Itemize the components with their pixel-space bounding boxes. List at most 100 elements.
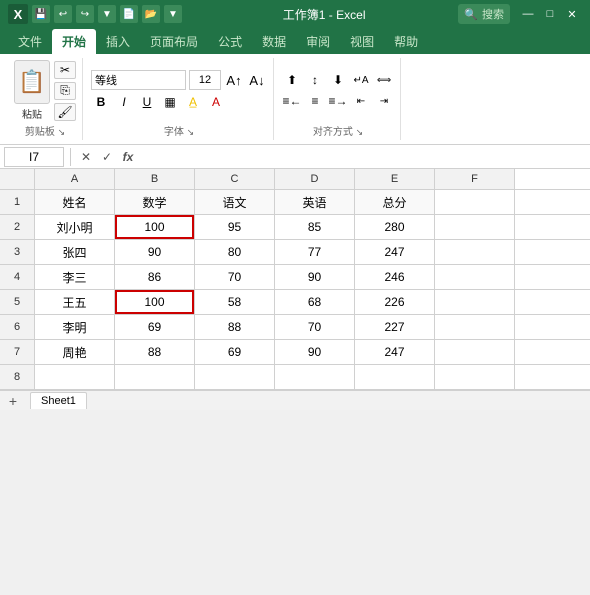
tab-home[interactable]: 开始 [52, 29, 96, 54]
confirm-formula-button[interactable]: ✓ [98, 148, 116, 166]
decrease-indent-button[interactable]: ⇤ [351, 92, 371, 110]
cell-8-C[interactable] [195, 365, 275, 389]
font-color-button[interactable]: A [206, 93, 226, 111]
align-left-button[interactable]: ≡← [282, 92, 302, 110]
merge-center-button[interactable]: ⟺ [374, 71, 394, 89]
name-box[interactable] [4, 147, 64, 167]
tab-view[interactable]: 视图 [340, 29, 384, 54]
cell-2-F[interactable] [435, 215, 515, 239]
cell-6-F[interactable] [435, 315, 515, 339]
cell-4-F[interactable] [435, 265, 515, 289]
increase-indent-button[interactable]: ⇥ [374, 92, 394, 110]
cell-3-D[interactable]: 77 [275, 240, 355, 264]
cancel-formula-button[interactable]: ✕ [77, 148, 95, 166]
cell-6-A[interactable]: 李明 [35, 315, 115, 339]
cell-1-E[interactable]: 总分 [355, 190, 435, 214]
cell-7-B[interactable]: 88 [115, 340, 195, 364]
tab-file[interactable]: 文件 [8, 29, 52, 54]
format-painter-button[interactable]: 🖌 [54, 103, 76, 121]
cell-3-B[interactable]: 90 [115, 240, 195, 264]
paste-button[interactable]: 📋 [14, 60, 50, 104]
cell-6-B[interactable]: 69 [115, 315, 195, 339]
underline-button[interactable]: U [137, 93, 157, 111]
quick-access-more[interactable]: ▼ [98, 5, 116, 23]
tab-insert[interactable]: 插入 [96, 29, 140, 54]
cell-2-E[interactable]: 280 [355, 215, 435, 239]
formula-input[interactable] [141, 147, 586, 167]
cell-6-E[interactable]: 227 [355, 315, 435, 339]
font-name-input[interactable] [91, 70, 186, 90]
col-header-e[interactable]: E [355, 169, 435, 189]
cell-5-D[interactable]: 68 [275, 290, 355, 314]
cell-8-E[interactable] [355, 365, 435, 389]
cell-5-E[interactable]: 226 [355, 290, 435, 314]
col-header-c[interactable]: C [195, 169, 275, 189]
align-right-button[interactable]: ≡→ [328, 92, 348, 110]
cell-4-C[interactable]: 70 [195, 265, 275, 289]
cell-2-D[interactable]: 85 [275, 215, 355, 239]
align-top-button[interactable]: ⬆ [282, 71, 302, 89]
search-box[interactable]: 🔍 搜索 [458, 4, 510, 24]
tab-formulas[interactable]: 公式 [208, 29, 252, 54]
cell-4-B[interactable]: 86 [115, 265, 195, 289]
cell-1-C[interactable]: 语文 [195, 190, 275, 214]
cell-4-D[interactable]: 90 [275, 265, 355, 289]
cell-5-F[interactable] [435, 290, 515, 314]
folder-icon[interactable]: 📂 [142, 5, 160, 23]
cell-8-A[interactable] [35, 365, 115, 389]
col-header-a[interactable]: A [35, 169, 115, 189]
col-header-d[interactable]: D [275, 169, 355, 189]
tab-data[interactable]: 数据 [252, 29, 296, 54]
cell-5-C[interactable]: 58 [195, 290, 275, 314]
border-button[interactable]: ▦ [160, 93, 180, 111]
cell-8-D[interactable] [275, 365, 355, 389]
maximize-button[interactable]: □ [540, 5, 560, 23]
decrease-font-button[interactable]: A↓ [247, 71, 267, 89]
cell-8-B[interactable] [115, 365, 195, 389]
cell-7-F[interactable] [435, 340, 515, 364]
cell-5-A[interactable]: 王五 [35, 290, 115, 314]
align-bottom-button[interactable]: ⬇ [328, 71, 348, 89]
minimize-button[interactable]: — [518, 5, 538, 23]
col-header-f[interactable]: F [435, 169, 515, 189]
cell-2-C[interactable]: 95 [195, 215, 275, 239]
file-icon[interactable]: 📄 [120, 5, 138, 23]
sheet-tab-1[interactable]: Sheet1 [30, 392, 87, 409]
cell-3-A[interactable]: 张四 [35, 240, 115, 264]
cell-3-C[interactable]: 80 [195, 240, 275, 264]
redo-button[interactable]: ↪ [76, 5, 94, 23]
cell-8-F[interactable] [435, 365, 515, 389]
tab-page-layout[interactable]: 页面布局 [140, 29, 208, 54]
more-title-btn[interactable]: ▼ [164, 5, 182, 23]
cell-6-C[interactable]: 88 [195, 315, 275, 339]
cell-2-A[interactable]: 刘小明 [35, 215, 115, 239]
cut-button[interactable]: ✂ [54, 61, 76, 79]
cell-1-F[interactable] [435, 190, 515, 214]
cell-7-D[interactable]: 90 [275, 340, 355, 364]
align-middle-button[interactable]: ↕ [305, 71, 325, 89]
cell-3-E[interactable]: 247 [355, 240, 435, 264]
cell-1-D[interactable]: 英语 [275, 190, 355, 214]
add-sheet-button[interactable]: + [4, 392, 22, 410]
cell-6-D[interactable]: 70 [275, 315, 355, 339]
cell-7-C[interactable]: 69 [195, 340, 275, 364]
increase-font-button[interactable]: A↑ [224, 71, 244, 89]
tab-review[interactable]: 审阅 [296, 29, 340, 54]
copy-button[interactable]: ⎘ [54, 82, 76, 100]
cell-2-B[interactable]: 100 [115, 215, 195, 239]
wrap-text-button[interactable]: ↵A [351, 71, 371, 89]
fill-color-button[interactable]: A̲ [183, 93, 203, 111]
cell-4-E[interactable]: 246 [355, 265, 435, 289]
cell-7-E[interactable]: 247 [355, 340, 435, 364]
cell-7-A[interactable]: 周艳 [35, 340, 115, 364]
font-size-input[interactable] [189, 70, 221, 90]
align-center-button[interactable]: ≡ [305, 92, 325, 110]
cell-4-A[interactable]: 李三 [35, 265, 115, 289]
col-header-b[interactable]: B [115, 169, 195, 189]
tab-help[interactable]: 帮助 [384, 29, 428, 54]
cell-5-B[interactable]: 100 [115, 290, 195, 314]
bold-button[interactable]: B [91, 93, 111, 111]
cell-3-F[interactable] [435, 240, 515, 264]
close-button[interactable]: ✕ [562, 5, 582, 23]
insert-function-button[interactable]: fx [119, 148, 137, 166]
